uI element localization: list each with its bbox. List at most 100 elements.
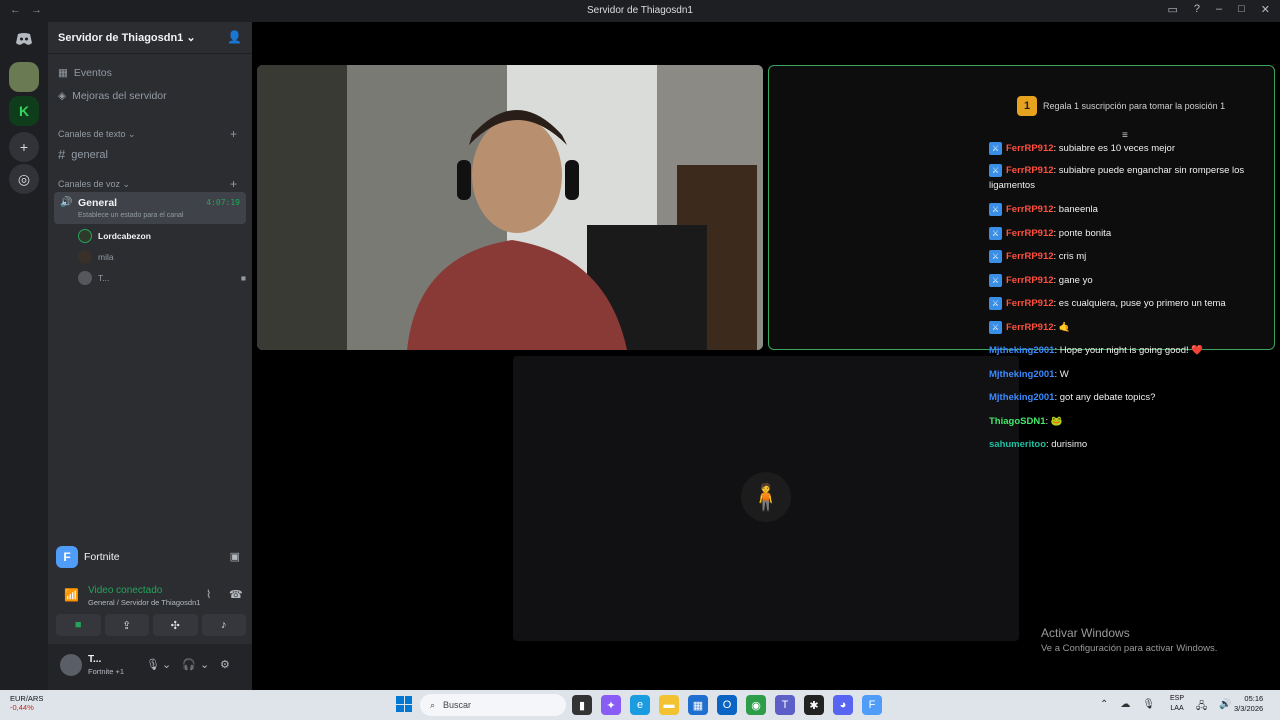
add-server-icon[interactable]: +: [9, 132, 39, 162]
chat-username[interactable]: FerrRP912: [1006, 298, 1054, 309]
teams-icon[interactable]: T: [775, 695, 795, 715]
outlook-icon[interactable]: O: [717, 695, 737, 715]
taskbar-search[interactable]: ⌕ Buscar: [420, 694, 566, 716]
boost-icon: ◈: [58, 90, 67, 102]
chevron-down-icon[interactable]: ⌄: [162, 658, 171, 671]
keyboard-layout: LAA: [1170, 705, 1184, 712]
avatar[interactable]: [60, 654, 82, 676]
server-rail: K + ◎: [0, 22, 48, 690]
chevron-up-icon[interactable]: ⌃: [1100, 699, 1108, 710]
add-voice-channel-icon[interactable]: +: [230, 177, 237, 191]
chat-text: : Hope your night is going good! ❤️: [1054, 345, 1204, 356]
app-icon[interactable]: ✱: [804, 695, 824, 715]
copilot-icon[interactable]: ✦: [601, 695, 621, 715]
inbox-icon[interactable]: ▭: [1167, 3, 1177, 16]
camera-button[interactable]: ■: [56, 614, 101, 636]
ticker-widget[interactable]: EUR/ARS -0,44%: [10, 694, 43, 712]
signal-icon[interactable]: 📶: [64, 588, 79, 602]
microphone-icon[interactable]: 🎙: [1142, 699, 1155, 710]
connection-location[interactable]: General / Servidor de Thiagosdn1: [88, 598, 200, 607]
close-icon[interactable]: ✕: [1261, 3, 1270, 16]
chat-text: : got any debate topics?: [1054, 392, 1156, 403]
task-view-icon[interactable]: ▮: [572, 695, 592, 715]
soundboard-button[interactable]: ♪: [201, 614, 246, 636]
disconnect-icon[interactable]: ☎: [229, 588, 243, 601]
chat-message: ⚔ FerrRP912: ponte bonita: [989, 226, 1259, 241]
channel-label: general: [71, 148, 108, 161]
chat-username[interactable]: FerrRP912: [1006, 275, 1054, 286]
activities-button[interactable]: ✣: [153, 614, 198, 636]
video-camera-icon: ■: [240, 273, 246, 283]
chat-username[interactable]: FerrRP912: [1006, 322, 1054, 333]
sidebar-item-mejoras[interactable]: ◈ Mejoras del servidor: [58, 90, 167, 102]
voice-category[interactable]: Canales de voz ⌄ +: [58, 177, 237, 191]
chat-username[interactable]: Mjtheking2001: [989, 392, 1054, 403]
chat-message: ⚔ FerrRP912: subiabre puede enganchar sin…: [989, 163, 1259, 193]
chat-username[interactable]: FerrRP912: [1006, 143, 1054, 154]
participant-tile[interactable]: 🧍: [513, 356, 1019, 641]
add-channel-icon[interactable]: +: [230, 127, 237, 141]
chat-username[interactable]: FerrRP912: [1006, 251, 1054, 262]
voice-member[interactable]: mila: [78, 250, 114, 264]
server-k-icon[interactable]: K: [9, 96, 39, 126]
chat-username[interactable]: Mjtheking2001: [989, 369, 1054, 380]
gear-icon[interactable]: ⚙: [220, 658, 230, 671]
discord-icon[interactable]: ◕: [833, 695, 853, 715]
user-name[interactable]: T...: [88, 654, 101, 665]
noise-suppression-icon[interactable]: ⌇: [206, 588, 211, 601]
chat-username[interactable]: Mjtheking2001: [989, 345, 1054, 356]
chat-username[interactable]: FerrRP912: [1006, 204, 1054, 215]
voice-status[interactable]: Establece un estado para el canal: [78, 212, 183, 219]
avatar: [78, 250, 92, 264]
chat-username[interactable]: ThiagoSDN1: [989, 416, 1045, 427]
microphone-icon[interactable]: 🎙: [146, 658, 160, 671]
chevron-down-icon[interactable]: ⌄: [200, 658, 209, 671]
time: 05:16: [1244, 694, 1264, 703]
activity-panel[interactable]: F Fortnite ▣: [56, 542, 246, 572]
headphones-icon[interactable]: 🎧: [182, 658, 196, 671]
language-indicator[interactable]: ESP LAA: [1170, 694, 1184, 714]
edge-icon[interactable]: e: [630, 695, 650, 715]
volume-icon[interactable]: 🔊: [1219, 699, 1231, 716]
minimize-icon[interactable]: –: [1216, 3, 1222, 16]
network-icon[interactable]: 🖧: [1196, 699, 1207, 716]
camera-video-tile[interactable]: [257, 65, 763, 350]
rank-badge: 1: [1017, 96, 1037, 116]
mod-badge-icon: ⚔: [989, 320, 1002, 334]
clock[interactable]: 05:16 3/3/2026: [1234, 694, 1263, 714]
gift-sub-banner[interactable]: 1 Regala 1 suscripción para tomar la pos…: [1017, 96, 1225, 116]
server-avatar-icon[interactable]: [9, 62, 39, 92]
chat-username[interactable]: FerrRP912: [1006, 228, 1054, 239]
invite-user-icon[interactable]: 👤: [227, 30, 242, 44]
sidebar-item-eventos[interactable]: ▦ Eventos: [58, 67, 112, 79]
member-name: T...: [98, 273, 110, 283]
mod-badge-icon: ⚔: [989, 141, 1002, 155]
text-category[interactable]: Canales de texto ⌄ +: [58, 127, 237, 141]
fortnite-icon[interactable]: F: [862, 695, 882, 715]
chat-message: ⚔ FerrRP912: cris mj: [989, 249, 1259, 264]
share-screen-button[interactable]: ⇪: [104, 614, 149, 636]
store-icon[interactable]: ▦: [688, 695, 708, 715]
voice-channel-general[interactable]: 🔊 General 4:07:19 Establece un estado pa…: [54, 192, 246, 224]
chat-username[interactable]: FerrRP912: [1006, 165, 1054, 176]
filter-icon[interactable]: ≡: [1122, 130, 1128, 141]
chrome-icon[interactable]: ◉: [746, 695, 766, 715]
voice-member[interactable]: Lordcabezon: [78, 229, 151, 243]
channel-general[interactable]: # general: [58, 147, 108, 162]
speaker-icon: 🔊: [60, 197, 73, 208]
server-header[interactable]: Servidor de Thiagosdn1 ⌄ 👤: [48, 22, 252, 54]
help-icon[interactable]: ?: [1194, 3, 1200, 16]
discover-icon[interactable]: ◎: [9, 164, 39, 194]
mod-badge-icon: ⚔: [989, 296, 1002, 310]
user-status: Fortnite +1: [88, 667, 125, 676]
channel-sidebar: Servidor de Thiagosdn1 ⌄ 👤 ▦ Eventos ◈ M…: [48, 22, 252, 690]
screen-share-icon[interactable]: ▣: [230, 550, 240, 563]
maximize-icon[interactable]: □: [1238, 3, 1245, 16]
windows-start-icon[interactable]: [396, 696, 412, 712]
file-explorer-icon[interactable]: ▬: [659, 695, 679, 715]
chat-username[interactable]: sahumeritoo: [989, 439, 1046, 450]
discord-home-icon[interactable]: [9, 24, 39, 54]
user-panel: T... Fortnite +1 🎙 ⌄ 🎧 ⌄ ⚙: [48, 644, 252, 690]
cloud-icon[interactable]: ☁: [1120, 699, 1130, 710]
voice-member[interactable]: T... ■: [78, 271, 246, 285]
